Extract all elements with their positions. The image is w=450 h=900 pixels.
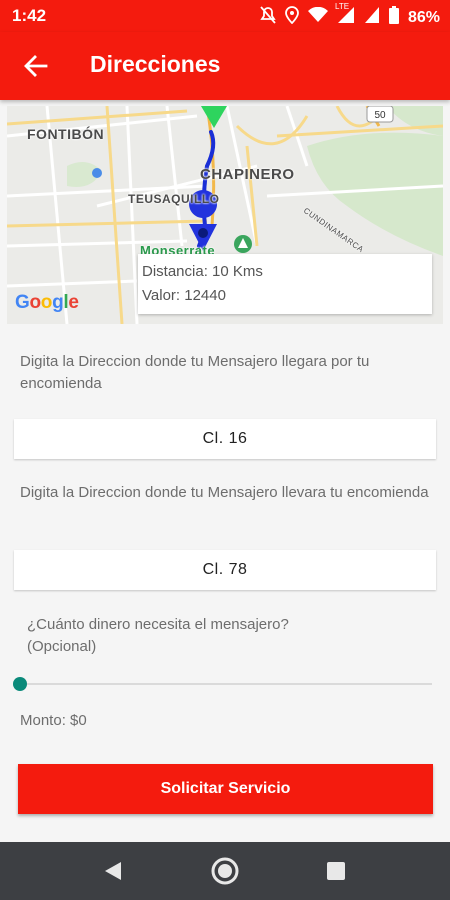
pickup-address-field[interactable]: Cl. 16 [14,419,436,459]
network-label: LTE [334,2,350,11]
google-logo: Google [15,292,79,313]
route-info-box: Distancia: 10 Kms Valor: 12440 [138,254,432,314]
nav-recents-icon[interactable] [326,861,346,886]
battery-percent: 86% [407,8,440,26]
nav-home-icon[interactable] [210,856,240,891]
map-label-teusaquillo: TEUSAQUILLO [128,192,220,206]
dropoff-label: Digita la Direccion donde tu Mensajero l… [20,484,429,501]
route-value: Valor: 12440 [142,287,226,304]
money-label: ¿Cuánto dinero necesita el mensajero? (O… [27,616,289,655]
amount-slider-track[interactable] [20,683,432,685]
status-time: 1:42 [12,6,47,25]
system-nav-bar [0,842,450,900]
amount-slider-thumb[interactable] [13,677,27,691]
status-bar: 1:42 LTE 86% [0,0,450,32]
location-icon [285,6,299,29]
page-title: Direcciones [90,51,221,77]
wifi-icon [307,6,328,28]
app-bar: Direcciones [0,32,450,100]
back-arrow-icon[interactable] [22,52,50,80]
status-icons: LTE 86% [260,2,440,29]
pickup-label: Digita la Direccion donde tu Mensajero l… [20,353,370,392]
dropoff-address-field[interactable]: Cl. 78 [14,550,436,590]
request-service-button[interactable]: Solicitar Servicio [18,764,433,814]
amount-text: Monto: $0 [20,712,87,729]
mute-icon [260,6,276,29]
signal-2-icon [364,6,380,29]
battery-icon [388,6,399,29]
road-shield: 50 [374,110,386,121]
map-label-fontibon: FONTIBÓN [27,126,105,142]
nav-back-icon[interactable] [102,860,124,887]
route-map[interactable]: 50 FONTIBÓN CHAPINERO TEUSAQUILLO CUNDIN… [7,106,443,324]
route-distance: Distancia: 10 Kms [142,263,263,280]
signal-icon: LTE [335,2,355,29]
map-label-chapinero: CHAPINERO [200,166,295,183]
